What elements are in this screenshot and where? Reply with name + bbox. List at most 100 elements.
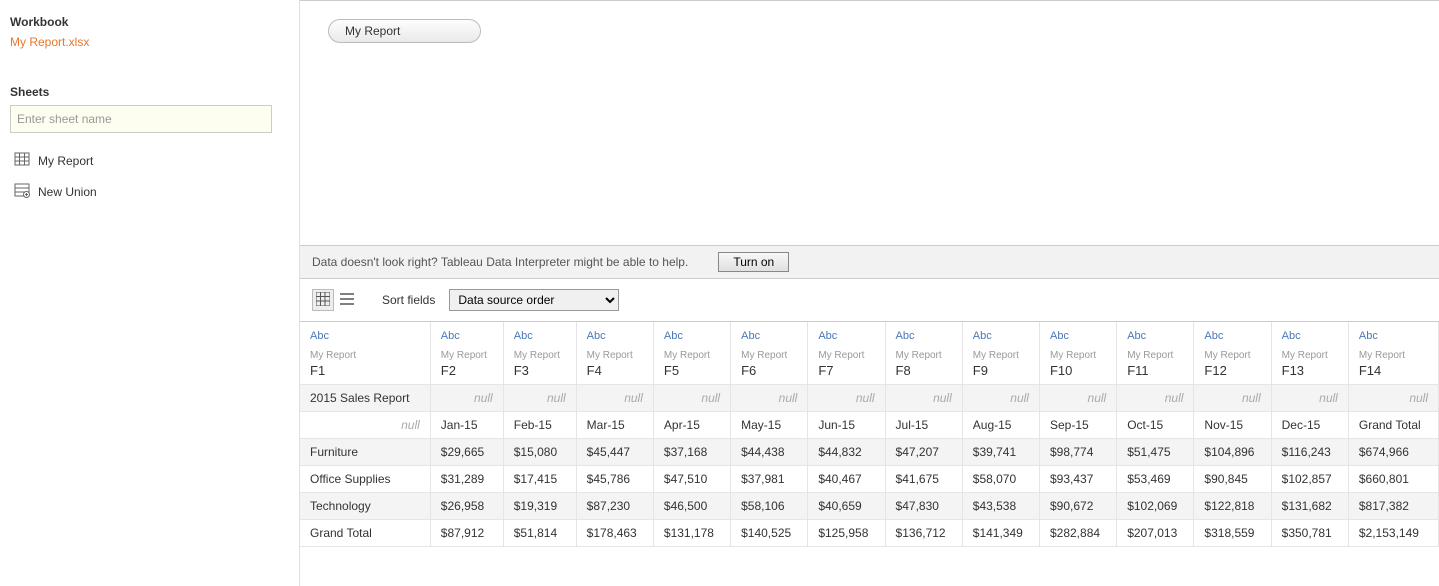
table-cell[interactable]: $47,510 (653, 466, 730, 493)
table-cell[interactable]: Grand Total (1348, 412, 1438, 439)
column-header-f12[interactable]: AbcMy ReportF12 (1194, 322, 1271, 385)
table-cell[interactable]: null (653, 385, 730, 412)
column-header-f2[interactable]: AbcMy ReportF2 (430, 322, 503, 385)
table-cell[interactable]: null (962, 385, 1039, 412)
table-cell[interactable]: $37,981 (731, 466, 808, 493)
table-cell[interactable]: Jun-15 (808, 412, 885, 439)
column-header-f7[interactable]: AbcMy ReportF7 (808, 322, 885, 385)
table-cell[interactable]: $15,080 (503, 439, 576, 466)
column-header-f5[interactable]: AbcMy ReportF5 (653, 322, 730, 385)
table-cell[interactable]: $318,559 (1194, 520, 1271, 547)
table-cell[interactable]: $131,178 (653, 520, 730, 547)
column-header-f14[interactable]: AbcMy ReportF14 (1348, 322, 1438, 385)
column-header-f8[interactable]: AbcMy ReportF8 (885, 322, 962, 385)
table-cell[interactable]: Aug-15 (962, 412, 1039, 439)
table-cell[interactable]: null (885, 385, 962, 412)
table-cell[interactable]: $125,958 (808, 520, 885, 547)
table-cell[interactable]: Office Supplies (300, 466, 430, 493)
interpreter-turn-on-button[interactable]: Turn on (718, 252, 789, 272)
table-cell[interactable]: null (1194, 385, 1271, 412)
grid-view-button[interactable] (312, 289, 334, 311)
table-cell[interactable]: $47,207 (885, 439, 962, 466)
table-pill-my-report[interactable]: My Report (328, 19, 481, 43)
table-cell[interactable]: $51,814 (503, 520, 576, 547)
table-cell[interactable]: null (1039, 385, 1116, 412)
table-cell[interactable]: $40,467 (808, 466, 885, 493)
table-cell[interactable]: null (576, 385, 653, 412)
table-cell[interactable]: $102,857 (1271, 466, 1348, 493)
table-cell[interactable]: May-15 (731, 412, 808, 439)
table-cell[interactable]: $90,845 (1194, 466, 1271, 493)
table-cell[interactable]: $46,500 (653, 493, 730, 520)
table-cell[interactable]: $51,475 (1117, 439, 1194, 466)
list-view-button[interactable] (336, 289, 358, 311)
table-cell[interactable]: Mar-15 (576, 412, 653, 439)
table-cell[interactable]: $674,966 (1348, 439, 1438, 466)
table-cell[interactable]: $31,289 (430, 466, 503, 493)
table-cell[interactable]: $26,958 (430, 493, 503, 520)
table-cell[interactable]: null (430, 385, 503, 412)
table-cell[interactable]: $817,382 (1348, 493, 1438, 520)
table-cell[interactable]: $37,168 (653, 439, 730, 466)
table-cell[interactable]: $136,712 (885, 520, 962, 547)
table-cell[interactable]: $19,319 (503, 493, 576, 520)
table-cell[interactable]: null (1271, 385, 1348, 412)
table-cell[interactable]: Sep-15 (1039, 412, 1116, 439)
table-cell[interactable]: $93,437 (1039, 466, 1116, 493)
table-cell[interactable]: Jan-15 (430, 412, 503, 439)
table-cell[interactable]: Apr-15 (653, 412, 730, 439)
table-cell[interactable]: $45,447 (576, 439, 653, 466)
table-cell[interactable]: null (1117, 385, 1194, 412)
table-cell[interactable]: Dec-15 (1271, 412, 1348, 439)
table-cell[interactable]: Furniture (300, 439, 430, 466)
new-union-item[interactable]: New Union (10, 176, 289, 207)
column-header-f1[interactable]: AbcMy ReportF1 (300, 322, 430, 385)
table-cell[interactable]: $45,786 (576, 466, 653, 493)
table-cell[interactable]: $29,665 (430, 439, 503, 466)
table-cell[interactable]: $43,538 (962, 493, 1039, 520)
sheet-item-my-report[interactable]: My Report (10, 145, 289, 176)
table-cell[interactable]: $90,672 (1039, 493, 1116, 520)
table-cell[interactable]: $87,230 (576, 493, 653, 520)
table-cell[interactable]: $350,781 (1271, 520, 1348, 547)
table-cell[interactable]: Oct-15 (1117, 412, 1194, 439)
table-cell[interactable]: 2015 Sales Report (300, 385, 430, 412)
table-cell[interactable]: $660,801 (1348, 466, 1438, 493)
table-cell[interactable]: $104,896 (1194, 439, 1271, 466)
column-header-f4[interactable]: AbcMy ReportF4 (576, 322, 653, 385)
table-cell[interactable]: $44,832 (808, 439, 885, 466)
table-cell[interactable]: $141,349 (962, 520, 1039, 547)
table-cell[interactable]: null (808, 385, 885, 412)
sort-fields-select[interactable]: Data source order (449, 289, 619, 311)
table-cell[interactable]: $47,830 (885, 493, 962, 520)
table-cell[interactable]: Nov-15 (1194, 412, 1271, 439)
table-cell[interactable]: $98,774 (1039, 439, 1116, 466)
table-cell[interactable]: Grand Total (300, 520, 430, 547)
table-cell[interactable]: $87,912 (430, 520, 503, 547)
table-cell[interactable]: Feb-15 (503, 412, 576, 439)
column-header-f13[interactable]: AbcMy ReportF13 (1271, 322, 1348, 385)
table-cell[interactable]: $17,415 (503, 466, 576, 493)
table-cell[interactable]: $131,682 (1271, 493, 1348, 520)
table-cell[interactable]: $102,069 (1117, 493, 1194, 520)
workbook-file-link[interactable]: My Report.xlsx (10, 35, 289, 49)
table-cell[interactable]: $178,463 (576, 520, 653, 547)
column-header-f11[interactable]: AbcMy ReportF11 (1117, 322, 1194, 385)
table-cell[interactable]: $140,525 (731, 520, 808, 547)
table-cell[interactable]: $58,070 (962, 466, 1039, 493)
join-canvas[interactable]: My Report (300, 0, 1439, 246)
column-header-f9[interactable]: AbcMy ReportF9 (962, 322, 1039, 385)
table-cell[interactable]: null (503, 385, 576, 412)
data-grid-wrapper[interactable]: AbcMy ReportF1AbcMy ReportF2AbcMy Report… (300, 321, 1439, 586)
table-cell[interactable]: null (300, 412, 430, 439)
column-header-f3[interactable]: AbcMy ReportF3 (503, 322, 576, 385)
table-cell[interactable]: $44,438 (731, 439, 808, 466)
table-cell[interactable]: $282,884 (1039, 520, 1116, 547)
table-cell[interactable]: $207,013 (1117, 520, 1194, 547)
table-cell[interactable]: $122,818 (1194, 493, 1271, 520)
table-cell[interactable]: $2,153,149 (1348, 520, 1438, 547)
column-header-f6[interactable]: AbcMy ReportF6 (731, 322, 808, 385)
table-cell[interactable]: null (1348, 385, 1438, 412)
table-cell[interactable]: $58,106 (731, 493, 808, 520)
sheet-search-input[interactable] (10, 105, 272, 133)
